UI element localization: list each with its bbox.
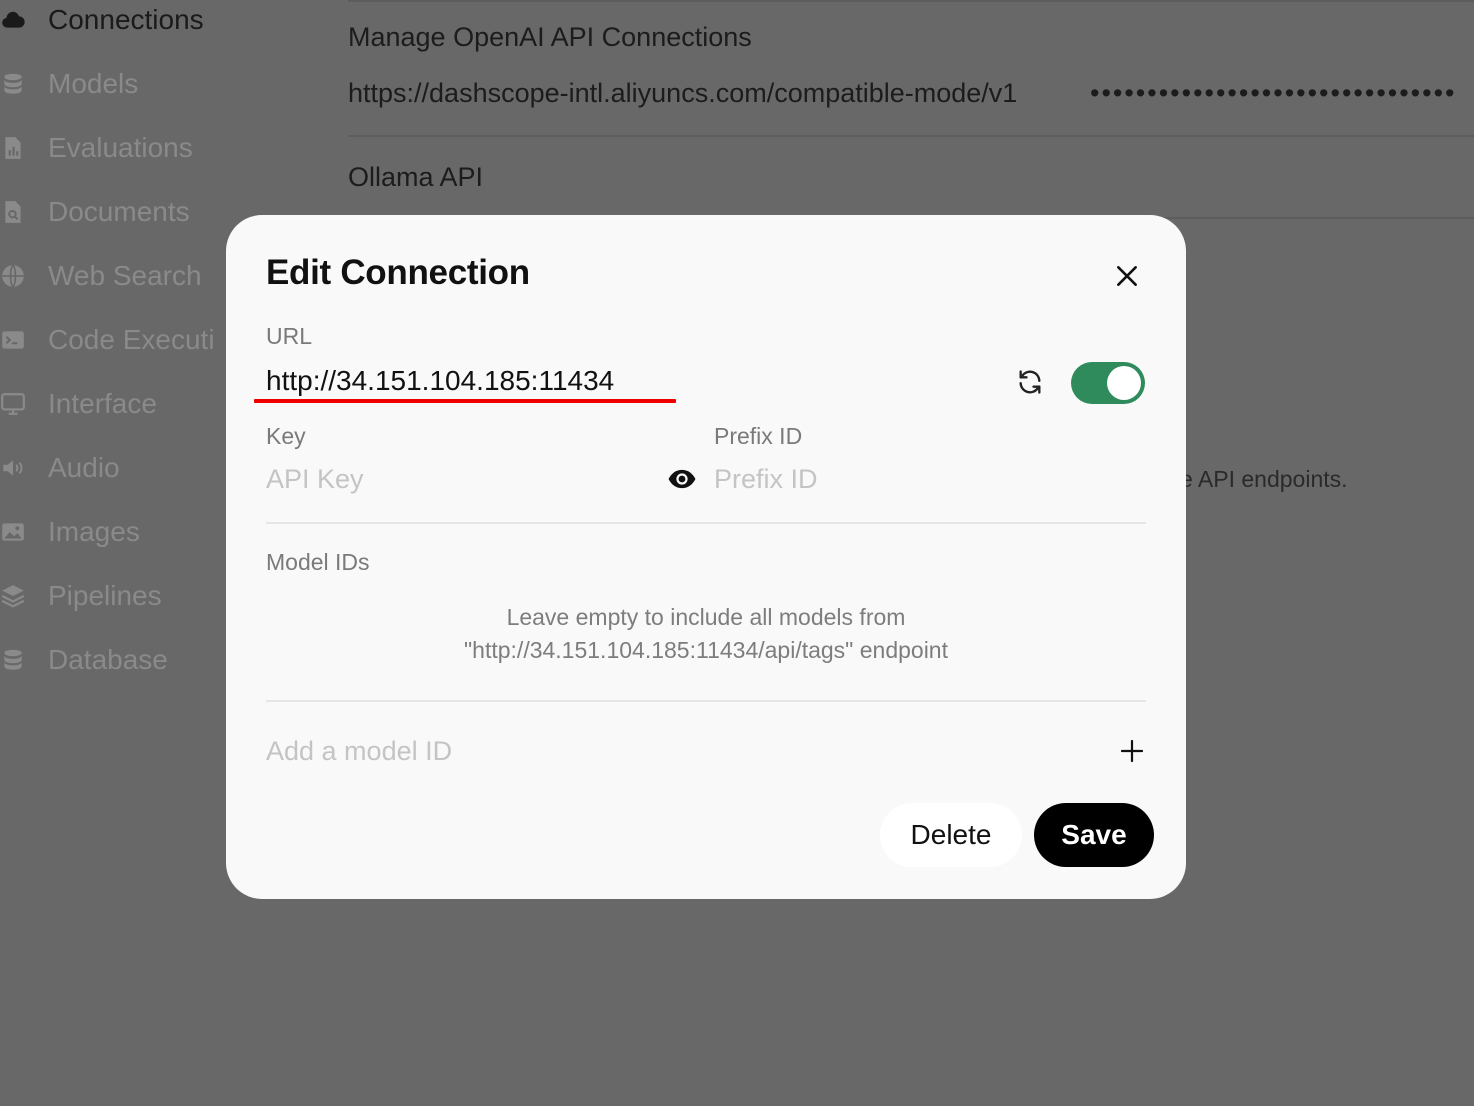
modal-title: Edit Connection (266, 253, 530, 292)
image-icon (0, 517, 30, 547)
divider (348, 135, 1474, 137)
globe-icon (0, 261, 30, 291)
sidebar-item-images[interactable]: Images (0, 512, 140, 552)
document-search-icon (0, 197, 30, 227)
sidebar-item-database[interactable]: Database (0, 640, 168, 680)
close-icon (1117, 266, 1137, 286)
url-label: URL (266, 323, 313, 349)
model-ids-helper-text: Leave empty to include all models from "… (266, 601, 1146, 667)
divider (348, 0, 1474, 2)
monitor-icon (0, 389, 30, 419)
prefix-id-label: Prefix ID (714, 423, 803, 449)
sidebar-item-label: Web Search (48, 260, 202, 291)
close-button[interactable] (1110, 259, 1144, 293)
section-description: e API endpoints. (1180, 466, 1348, 492)
sidebar-item-label: Models (48, 68, 139, 99)
sidebar-item-label: Pipelines (48, 580, 162, 611)
openai-section-heading: Manage OpenAI API Connections (348, 22, 752, 52)
highlight-underline (254, 399, 676, 403)
sidebar-item-pipelines[interactable]: Pipelines (0, 576, 162, 616)
plus-icon (1120, 739, 1144, 763)
sidebar-item-web-search[interactable]: Web Search (0, 256, 202, 296)
add-model-id-input[interactable] (266, 731, 1086, 771)
openai-key-mask[interactable]: •••••••••••••••••••••••••••••••• (1090, 78, 1474, 109)
helper-line: Leave empty to include all models from (506, 604, 906, 630)
sidebar-item-label: Audio (48, 452, 120, 483)
sidebar-item-audio[interactable]: Audio (0, 448, 120, 488)
speaker-icon (0, 453, 30, 483)
sidebar-item-evaluations[interactable]: Evaluations (0, 128, 193, 168)
key-label: Key (266, 423, 306, 449)
sidebar-item-code-execution[interactable]: Code Executi (0, 320, 215, 360)
eye-icon (668, 469, 696, 489)
sidebar-item-label: Evaluations (48, 132, 193, 163)
edit-connection-modal: Edit Connection URL Key Prefix ID Model … (226, 215, 1186, 899)
sidebar-item-documents[interactable]: Documents (0, 192, 190, 232)
cloud-icon (0, 5, 30, 35)
openai-connection-url[interactable]: https://dashscope-intl.aliyuncs.com/comp… (348, 78, 1017, 109)
sidebar-item-label: Images (48, 516, 140, 547)
sidebar-item-label: Connections (48, 4, 204, 35)
save-button[interactable]: Save (1034, 803, 1154, 867)
connection-enabled-toggle[interactable] (1071, 362, 1145, 404)
sidebar-item-models[interactable]: Models (0, 64, 138, 104)
sidebar-item-label: Interface (48, 388, 157, 419)
add-model-button[interactable] (1116, 735, 1148, 767)
refresh-icon (1019, 370, 1041, 394)
layers-icon (0, 581, 30, 611)
verify-connection-button[interactable] (1014, 365, 1046, 399)
divider (266, 522, 1146, 524)
helper-line: "http://34.151.104.185:11434/api/tags" e… (464, 637, 948, 663)
divider (266, 700, 1146, 702)
database-icon (0, 69, 30, 99)
model-ids-label: Model IDs (266, 549, 370, 575)
document-chart-icon (0, 133, 30, 163)
ollama-section-heading: Ollama API (348, 162, 484, 192)
api-key-input[interactable] (266, 459, 656, 499)
sidebar-item-label: Database (48, 644, 168, 675)
sidebar-item-connections[interactable]: Connections (0, 0, 204, 40)
show-key-button[interactable] (666, 465, 698, 493)
toggle-knob (1107, 366, 1141, 400)
sidebar-item-label: Documents (48, 196, 190, 227)
url-input[interactable] (266, 361, 666, 401)
sidebar-item-label: Code Executi (48, 324, 215, 355)
database-icon (0, 645, 30, 675)
delete-button[interactable]: Delete (880, 803, 1022, 867)
prefix-id-input[interactable] (714, 459, 1144, 499)
sidebar-item-interface[interactable]: Interface (0, 384, 157, 424)
terminal-icon (0, 325, 30, 355)
